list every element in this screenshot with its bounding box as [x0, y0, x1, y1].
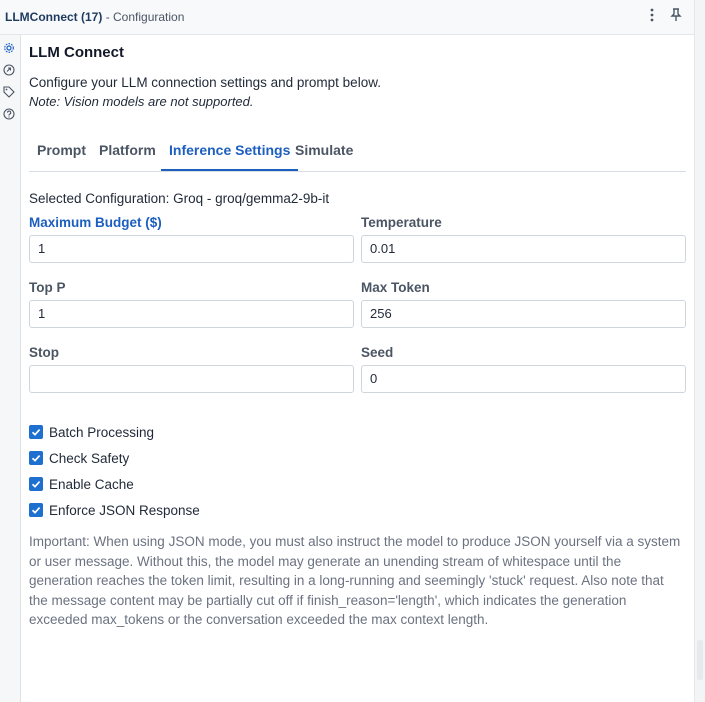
enforce-json-response-checkbox[interactable]: Enforce JSON Response	[29, 501, 200, 519]
seed-input[interactable]: 0	[361, 365, 686, 393]
left-icon-rail	[0, 35, 21, 702]
enforce-json-response-label: Enforce JSON Response	[49, 502, 200, 518]
tab-platform[interactable]: Platform	[91, 130, 164, 170]
enable-cache-checkbox[interactable]: Enable Cache	[29, 475, 134, 493]
page-description: Configure your LLM connection settings a…	[29, 75, 381, 90]
checkmark-icon[interactable]	[29, 477, 43, 491]
max-token-input[interactable]: 256	[361, 300, 686, 328]
tag-icon[interactable]	[2, 85, 16, 99]
check-safety-label: Check Safety	[49, 450, 130, 466]
page-title: LLM Connect	[29, 44, 124, 61]
max-budget-input[interactable]: 1	[29, 235, 354, 263]
tab-bar: Prompt Platform Inference Settings Simul…	[29, 130, 686, 172]
tab-simulate[interactable]: Simulate	[287, 130, 361, 170]
window-subtitle: - Configuration	[105, 10, 185, 24]
temperature-input[interactable]: 0.01	[361, 235, 686, 263]
batch-processing-label: Batch Processing	[49, 424, 155, 440]
top-p-label: Top P	[29, 280, 66, 295]
page-note: Note: Vision models are not supported.	[29, 94, 254, 109]
seed-label: Seed	[361, 345, 394, 360]
title-bar: LLMConnect (17) - Configuration	[0, 0, 694, 35]
connection-icon[interactable]	[2, 63, 16, 77]
batch-processing-checkbox[interactable]: Batch Processing	[29, 423, 154, 441]
checkmark-icon[interactable]	[29, 425, 43, 439]
gear-icon[interactable]	[2, 41, 16, 55]
temperature-label: Temperature	[361, 215, 442, 230]
scrollbar[interactable]	[694, 0, 705, 702]
top-p-input[interactable]: 1	[29, 300, 354, 328]
max-token-label: Max Token	[361, 280, 430, 295]
kebab-menu-icon[interactable]	[644, 8, 660, 26]
checkmark-icon[interactable]	[29, 503, 43, 517]
scrollbar-thumb[interactable]	[697, 640, 703, 680]
checkmark-icon[interactable]	[29, 451, 43, 465]
help-icon[interactable]	[2, 107, 16, 121]
tab-prompt[interactable]: Prompt	[29, 130, 94, 170]
json-mode-warning: Important: When using JSON mode, you mus…	[29, 534, 681, 627]
pin-icon[interactable]	[668, 8, 684, 26]
enable-cache-label: Enable Cache	[49, 476, 134, 492]
check-safety-checkbox[interactable]: Check Safety	[29, 449, 129, 467]
stop-input[interactable]	[29, 365, 354, 393]
selected-configuration: Selected Configuration: Groq - groq/gemm…	[29, 191, 330, 206]
app-name: LLMConnect (17)	[5, 10, 103, 24]
max-budget-label: Maximum Budget ($)	[29, 215, 162, 230]
stop-label: Stop	[29, 345, 59, 360]
tab-inference-settings[interactable]: Inference Settings	[161, 130, 299, 171]
window-title: LLMConnect (17) - Configuration	[5, 10, 184, 24]
